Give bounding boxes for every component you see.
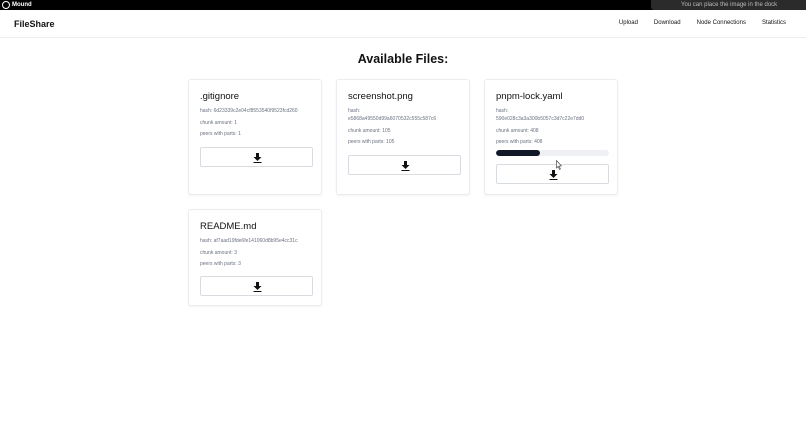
nav-link-download[interactable]: Download	[654, 20, 681, 26]
download-icon	[253, 153, 262, 163]
file-card-screenshot: screenshot.png hash: e5868a49550d99a6070…	[336, 79, 470, 195]
brand-logo[interactable]: FileShare	[14, 19, 55, 29]
peers-with-parts: peers with parts: 408	[496, 139, 543, 145]
file-card-readme: README.md hash: af7aad19fde6fe141060d8b9…	[188, 209, 322, 306]
file-name: README.md	[200, 221, 257, 232]
mouse-cursor-icon	[556, 160, 562, 170]
chunk-amount: chunk amount: 408	[496, 128, 539, 134]
top-navbar: FileShare Upload Download Node Connectio…	[0, 10, 806, 38]
window-title: Mound	[12, 2, 32, 8]
download-progress-fill	[496, 150, 541, 156]
file-hash: e5868a49550d99a6070532c555c587c6	[348, 116, 437, 122]
notification-toast: You can place the image in the dock	[651, 0, 806, 10]
file-name: screenshot.png	[348, 91, 413, 102]
chunk-amount: chunk amount: 105	[348, 128, 391, 134]
file-hash: 590e028c3a3a300b5057c3d7c22e7dd0	[496, 116, 585, 122]
download-progress-bar	[496, 150, 609, 156]
peers-with-parts: peers with parts: 105	[348, 139, 395, 145]
download-button[interactable]	[496, 164, 609, 184]
download-button[interactable]	[200, 147, 313, 167]
download-button[interactable]	[348, 155, 461, 175]
file-hash: hash: 6d23339c2e04cf8553540f9523fcd260	[200, 108, 298, 114]
file-name: pnpm-lock.yaml	[496, 91, 563, 102]
chunk-amount: chunk amount: 1	[200, 120, 237, 126]
nav-links: Upload Download Node Connections Statist…	[603, 20, 786, 26]
nav-link-upload[interactable]: Upload	[619, 20, 638, 26]
page-title: Available Files:	[357, 52, 449, 66]
nav-link-node-connections[interactable]: Node Connections	[697, 20, 746, 26]
nav-link-statistics[interactable]: Statistics	[762, 20, 786, 26]
window-titlebar: Mound You can place the image in the doc…	[0, 0, 806, 10]
download-button[interactable]	[200, 276, 313, 296]
file-card-gitignore: .gitignore hash: 6d23339c2e04cf8553540f9…	[188, 79, 322, 195]
app-logo-icon	[2, 1, 10, 9]
file-hash-label: hash:	[348, 108, 361, 114]
download-icon	[253, 282, 262, 292]
download-icon	[549, 170, 558, 180]
file-card-pnpm-lock: pnpm-lock.yaml hash: 590e028c3a3a300b505…	[484, 79, 618, 195]
download-icon	[401, 161, 410, 171]
file-hash: hash: af7aad19fde6fe141060d8b95e4cc31c	[200, 238, 298, 244]
peers-with-parts: peers with parts: 3	[200, 261, 241, 267]
peers-with-parts: peers with parts: 1	[200, 131, 241, 137]
file-name: .gitignore	[200, 91, 240, 102]
chunk-amount: chunk amount: 3	[200, 250, 237, 256]
file-hash-label: hash:	[496, 108, 509, 114]
